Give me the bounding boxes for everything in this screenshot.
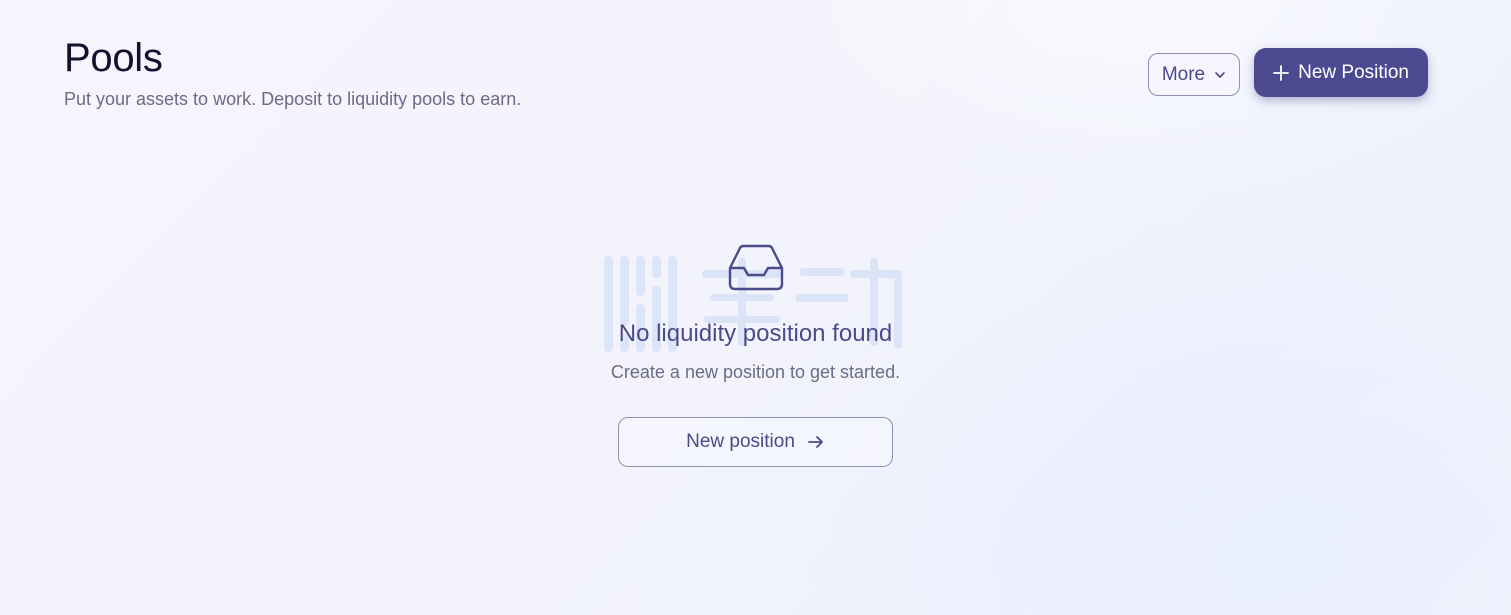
page-title: Pools [64, 36, 163, 80]
empty-state: No liquidity position found Create a new… [0, 242, 1511, 467]
chevron-down-icon [1213, 68, 1227, 82]
header-actions: More New Position [1147, 48, 1428, 97]
inbox-icon [726, 242, 786, 292]
empty-state-description: Create a new position to get started. [610, 362, 901, 382]
more-button[interactable]: More [1147, 53, 1241, 96]
new-position-link-button[interactable]: New position [618, 417, 893, 467]
empty-state-title: No liquidity position found [618, 320, 893, 347]
new-position-link-label: New position [686, 431, 795, 452]
arrow-right-icon [807, 433, 825, 451]
new-position-button[interactable]: New Position [1254, 48, 1428, 97]
more-button-label: More [1161, 63, 1206, 85]
page-header: Pools Put your assets to work. Deposit t… [64, 34, 521, 110]
new-position-button-label: New Position [1298, 61, 1409, 83]
plus-icon [1272, 64, 1290, 82]
page-subtitle: Put your assets to work. Deposit to liqu… [64, 89, 522, 109]
